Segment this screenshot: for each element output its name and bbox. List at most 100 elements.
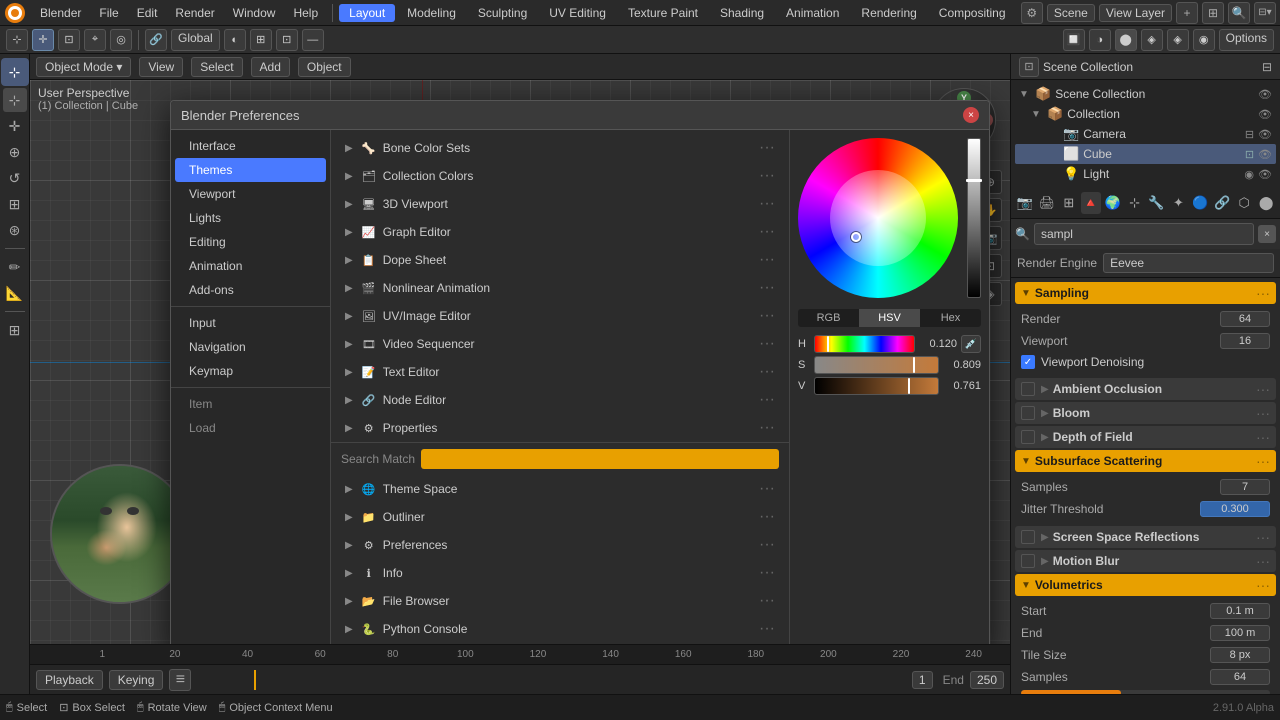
color-mode-hsv[interactable]: HSV (859, 309, 920, 327)
vol-samples-value[interactable]: 64 (1210, 669, 1270, 685)
theme-file-browser[interactable]: ▶ 📂 File Browser ··· (331, 587, 789, 615)
blender-logo[interactable] (4, 2, 26, 24)
brightness-slider[interactable] (967, 138, 981, 298)
toolbar-circle-icon[interactable]: ◎ (110, 29, 132, 51)
prop-icon-render[interactable]: 📷 (1015, 192, 1035, 214)
ao-header[interactable]: ▶ Ambient Occlusion ··· (1015, 378, 1276, 400)
view-layer-plus-icon[interactable]: + (1176, 2, 1198, 24)
header-icon1[interactable]: ⊞ (1202, 2, 1224, 24)
motion-blur-header[interactable]: ▶ Motion Blur ··· (1015, 550, 1276, 572)
vol-end-value[interactable]: 100 m (1210, 625, 1270, 641)
viewport-shading4[interactable]: ◈ (1141, 29, 1163, 51)
prop-icon-constraints[interactable]: 🔗 (1212, 192, 1232, 214)
theme-dots-9[interactable]: ··· (759, 364, 775, 380)
toolbar-lasso-icon[interactable]: ⌖ (84, 29, 106, 51)
prop-icon-scene[interactable]: 🔺 (1081, 192, 1101, 214)
sampling-dots[interactable]: ··· (1256, 285, 1270, 301)
properties-search-input[interactable] (1034, 223, 1254, 245)
workspace-texture-paint[interactable]: Texture Paint (618, 4, 708, 22)
tool-measure[interactable]: 📐 (3, 281, 27, 305)
prefs-nav-navigation[interactable]: Navigation (175, 335, 326, 359)
theme-graph-editor[interactable]: ▶ 📈 Graph Editor ··· (331, 218, 789, 246)
light-eye[interactable]: 👁 (1258, 168, 1272, 181)
cube-eye[interactable]: 👁 (1258, 148, 1272, 161)
xray-icon[interactable]: ◉ (1193, 29, 1215, 51)
theme-video-seq[interactable]: ▶ 🎞 Video Sequencer ··· (331, 330, 789, 358)
view-menu[interactable]: View (139, 57, 183, 77)
volumetrics-header[interactable]: ▼ Volumetrics ··· (1015, 574, 1276, 596)
dof-dots[interactable]: ··· (1256, 429, 1270, 445)
prefs-close-btn[interactable]: × (963, 107, 979, 123)
workspace-rendering[interactable]: Rendering (851, 4, 926, 22)
color-mode-hex[interactable]: Hex (920, 309, 981, 327)
theme-dots-2[interactable]: ··· (759, 168, 775, 184)
header-filter-icon[interactable]: ⊟▾ (1254, 2, 1276, 24)
toolbar-box-select-icon[interactable]: ⊡ (58, 29, 80, 51)
viewport-area[interactable]: User Perspective (1) Collection | Cube (30, 80, 1010, 644)
keying-btn[interactable]: Keying (109, 670, 164, 690)
prop-icon-view-layer[interactable]: ⊞ (1059, 192, 1079, 214)
prefs-nav-keymap[interactable]: Keymap (175, 359, 326, 383)
vol-dots[interactable]: ··· (1256, 577, 1270, 593)
prop-icon-physics[interactable]: 🔵 (1190, 192, 1210, 214)
transform-mode-select[interactable]: Global (171, 29, 220, 51)
workspace-compositing[interactable]: Compositing (929, 4, 1016, 22)
proportional-edit-icon[interactable]: ◐ (224, 29, 246, 51)
sampling-header[interactable]: ▼ Sampling ··· (1015, 282, 1276, 304)
menu-render[interactable]: Render (167, 4, 222, 22)
theme-bone-color-sets[interactable]: ▶ 🦴 Bone Color Sets ··· (331, 134, 789, 162)
tree-scene-collection[interactable]: ▼ 📦 Scene Collection 👁 (1015, 84, 1276, 104)
s-slider[interactable] (814, 356, 939, 374)
ao-checkbox[interactable] (1021, 382, 1035, 396)
prefs-nav-portal[interactable] (175, 440, 326, 450)
dof-header[interactable]: ▶ Depth of Field ··· (1015, 426, 1276, 448)
theme-dope-sheet[interactable]: ▶ 📋 Dope Sheet ··· (331, 246, 789, 274)
clear-search-btn[interactable]: × (1258, 225, 1276, 243)
theme-3d-viewport[interactable]: ▶ 🖥 3D Viewport ··· (331, 190, 789, 218)
viewport-shading1[interactable]: 🔲 (1063, 29, 1085, 51)
sss-header[interactable]: ▼ Subsurface Scattering ··· (1015, 450, 1276, 472)
prefs-nav-lights[interactable]: Lights (175, 206, 326, 230)
workspace-modeling[interactable]: Modeling (397, 4, 466, 22)
workspace-layout[interactable]: Layout (339, 4, 395, 22)
motion-blur-dots[interactable]: ··· (1256, 553, 1270, 569)
outliner-filter-icon[interactable]: ⊟ (1262, 60, 1272, 74)
ao-dots[interactable]: ··· (1256, 381, 1270, 397)
theme-dots-5[interactable]: ··· (759, 252, 775, 268)
object-menu[interactable]: Object (298, 57, 351, 77)
tool-scale[interactable]: ⊞ (3, 192, 27, 216)
tree-cube[interactable]: ⬜ Cube ⊡ 👁 (1015, 144, 1276, 164)
playback-btn[interactable]: Playback (36, 670, 103, 690)
scene-collection-eye[interactable]: 👁 (1258, 88, 1272, 101)
outliner-mode-icon[interactable]: ⊡ (1019, 57, 1039, 77)
v-slider[interactable] (814, 377, 939, 395)
view-layer-btn[interactable]: View Layer (1099, 4, 1172, 22)
ssr-header[interactable]: ▶ Screen Space Reflections ··· (1015, 526, 1276, 548)
denoising-checkbox[interactable]: ✓ (1021, 355, 1035, 369)
sss-dots[interactable]: ··· (1256, 453, 1270, 469)
object-mode-btn[interactable]: Object Mode ▾ (36, 57, 131, 77)
theme-movie-clip[interactable]: ▶ 🎥 Movie Clip Editor ··· (331, 643, 789, 644)
theme-dots-15[interactable]: ··· (759, 565, 775, 581)
render-samples-value[interactable]: 64 (1220, 311, 1270, 327)
prefs-nav-animation[interactable]: Animation (175, 254, 326, 278)
color-wheel-svg[interactable] (798, 138, 958, 298)
theme-dots-10[interactable]: ··· (759, 392, 775, 408)
prefs-nav-editing[interactable]: Editing (175, 230, 326, 254)
theme-outliner[interactable]: ▶ 📁 Outliner ··· (331, 503, 789, 531)
theme-dots-13[interactable]: ··· (759, 509, 775, 525)
viewport-samples-value[interactable]: 16 (1220, 333, 1270, 349)
prop-icon-world[interactable]: 🌍 (1103, 192, 1123, 214)
workspace-shading[interactable]: Shading (710, 4, 774, 22)
snap-icon[interactable]: 🔗 (145, 29, 167, 51)
ssr-checkbox[interactable] (1021, 530, 1035, 544)
prefs-nav-viewport[interactable]: Viewport (175, 182, 326, 206)
current-frame-display[interactable]: 1 (912, 671, 933, 689)
collection-eye[interactable]: 👁 (1258, 108, 1272, 121)
menu-blender[interactable]: Blender (32, 4, 89, 22)
prop-icon-modifier[interactable]: 🔧 (1147, 192, 1167, 214)
h-slider[interactable] (814, 335, 915, 353)
menu-edit[interactable]: Edit (129, 4, 166, 22)
timeline-menu-btn[interactable]: ≡ (169, 669, 191, 691)
workspace-sculpting[interactable]: Sculpting (468, 4, 537, 22)
